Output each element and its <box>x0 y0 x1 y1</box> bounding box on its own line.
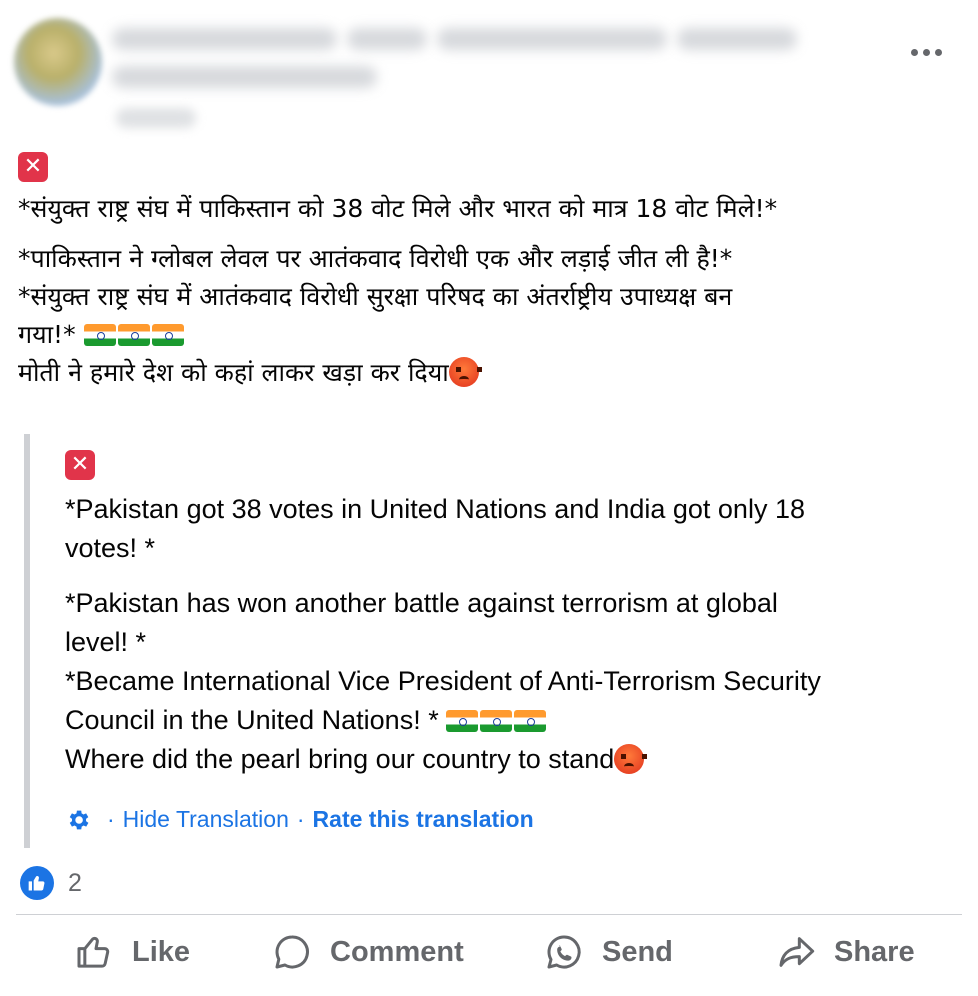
india-flag-icon <box>151 324 184 346</box>
post-text: ✕ *संयुक्त राष्ट्र संघ में पाकिस्तान को … <box>18 152 948 392</box>
like-label: Like <box>132 935 191 968</box>
post-line: *संयुक्त राष्ट्र संघ में आतंकवाद विरोधी … <box>18 282 733 311</box>
india-flag-icon <box>514 710 547 732</box>
rate-translation-link[interactable]: Rate this translation <box>313 806 534 833</box>
india-flag-icon <box>83 324 116 346</box>
more-options-button[interactable] <box>902 34 950 70</box>
share-icon <box>779 937 815 967</box>
send-label: Send <box>602 935 673 968</box>
comment-button[interactable]: Comment <box>272 932 464 972</box>
translation-line: *Pakistan has won another battle against… <box>65 588 778 618</box>
hide-translation-link[interactable]: Hide Translation <box>123 806 289 833</box>
translation-line: votes! * <box>65 533 156 563</box>
thumbs-up-icon <box>28 876 45 891</box>
post-line-text: गया!* <box>18 320 84 349</box>
gear-icon[interactable] <box>65 807 91 833</box>
thumbs-up-icon <box>77 936 110 968</box>
india-flag-icon <box>446 710 479 732</box>
post-line-with-emoji: मोती ने हमारे देश को कहां लाकर खड़ा कर द… <box>18 354 948 392</box>
like-reaction-icon <box>20 866 54 900</box>
india-flag-icon <box>480 710 513 732</box>
translation-line-with-flags: Council in the United Nations! * <box>65 701 954 740</box>
send-button[interactable]: Send <box>544 932 673 972</box>
post-line: *पाकिस्तान ने ग्लोबल लेवल पर आतंकवाद विर… <box>18 244 733 273</box>
cross-mark-icon: ✕ <box>65 450 95 480</box>
india-flag-icon <box>117 324 150 346</box>
translation-line-with-emoji: Where did the pearl bring our country to… <box>65 740 954 779</box>
translation-line-text: Council in the United Nations! * <box>65 705 447 735</box>
translation-line: level! * <box>65 627 147 657</box>
post-line-text: मोती ने हमारे देश को कहां लाकर खड़ा कर द… <box>18 358 449 387</box>
more-dot-icon <box>910 48 918 56</box>
translation-line: *Pakistan got 38 votes in United Nations… <box>65 494 805 524</box>
reaction-count: 2 <box>68 868 82 897</box>
avatar[interactable] <box>14 18 102 106</box>
divider <box>16 914 962 915</box>
whatsapp-icon <box>547 935 581 969</box>
translation-line-text: Where did the pearl bring our country to… <box>65 744 615 774</box>
comment-label: Comment <box>330 935 464 968</box>
post-line: *संयुक्त राष्ट्र संघ में पाकिस्तान को 38… <box>18 194 778 223</box>
translation-line: *Became International Vice President of … <box>65 666 821 696</box>
author-info-blurred <box>112 24 802 104</box>
timestamp-blurred <box>116 108 196 128</box>
post-header <box>0 0 978 150</box>
more-dot-icon <box>922 48 930 56</box>
translation-actions: · Hide Translation · Rate this translati… <box>65 806 534 833</box>
more-dot-icon <box>934 48 942 56</box>
share-button[interactable]: Share <box>776 932 915 972</box>
comment-icon <box>275 935 309 969</box>
share-label: Share <box>834 935 915 968</box>
angry-face-icon <box>614 744 648 774</box>
reaction-summary[interactable]: 2 <box>20 866 82 900</box>
post-action-bar: Like Comment Send Share <box>0 924 978 994</box>
cross-mark-icon: ✕ <box>18 152 48 182</box>
angry-face-icon <box>448 357 482 387</box>
like-button[interactable]: Like <box>74 932 190 972</box>
separator: · <box>296 806 305 832</box>
post-line-with-flags: गया!* <box>18 316 948 354</box>
translation-block: ✕ *Pakistan got 38 votes in United Natio… <box>24 434 954 848</box>
separator: · <box>107 806 115 832</box>
